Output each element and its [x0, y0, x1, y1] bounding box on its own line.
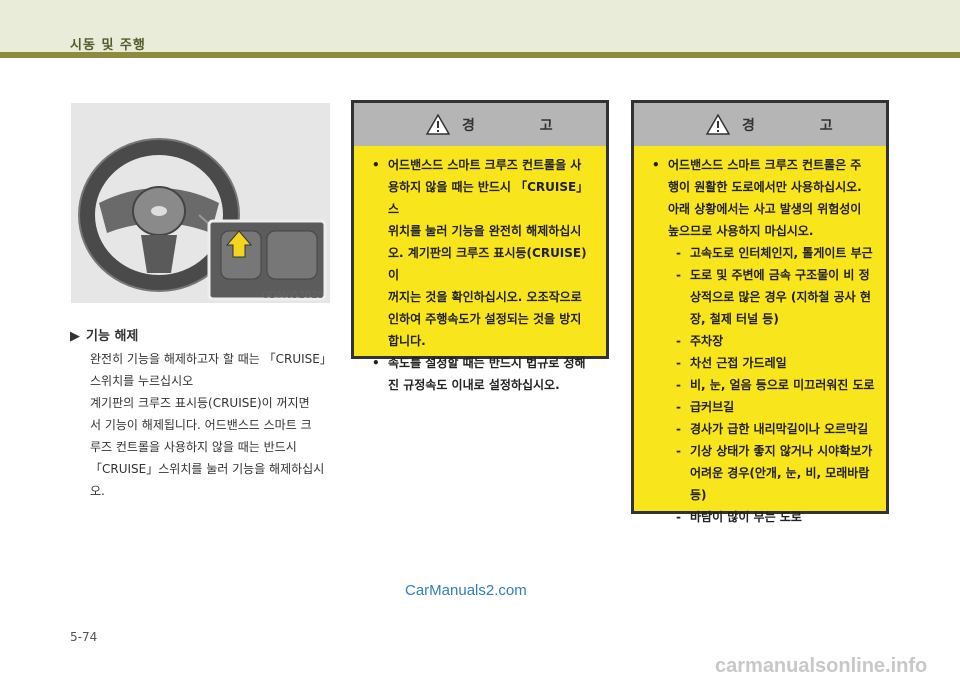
warning-bullet: • 어드밴스드 스마트 크루즈 컨트롤을 사 용하지 않을 때는 반드시 「CR… [366, 154, 596, 352]
warning-line: 장, 철제 터널 등) [690, 312, 779, 326]
warning-line: 합니다. [388, 334, 426, 348]
warning-line: 어드밴스드 스마트 크루즈 컨트롤을 사 [388, 158, 582, 172]
body-line: 완전히 기능을 해제하고자 할 때는 「CRUISE」 [90, 352, 332, 366]
warning-dash-item: - 비, 눈, 얼음 등으로 미끄러워진 도로 [646, 374, 876, 396]
warning-bullet: • 어드밴스드 스마트 크루즈 컨트롤은 주 행이 원활한 도로에서만 사용하십… [646, 154, 876, 242]
dash-mark: - [676, 510, 681, 524]
bullet-dot: • [372, 158, 380, 172]
steering-wheel-figure: ODM052025 [71, 103, 330, 303]
warning-line: 상적으로 많은 경우 (지하철 공사 현 [690, 290, 871, 304]
warning-body: • 어드밴스드 스마트 크루즈 컨트롤을 사 용하지 않을 때는 반드시 「CR… [354, 146, 606, 396]
warning-dash-item: - 바람이 많이 부는 도로 [646, 506, 876, 528]
warning-line: 어드밴스드 스마트 크루즈 컨트롤은 주 [668, 158, 862, 172]
warning-line: 어려운 경우(안개, 눈, 비, 모래바람 등) [690, 466, 870, 502]
body-line: 루즈 컨트롤을 사용하지 않을 때는 반드시 [90, 440, 297, 454]
warning-line: 바람이 많이 부는 도로 [690, 510, 802, 524]
section-heading-text: 기능 해제 [86, 329, 139, 344]
body-line: 스위치를 누르십시오 [90, 374, 194, 388]
watermark-footer: carmanualsonline.info [715, 655, 928, 677]
warning-bullet: • 속도를 설정할 때는 반드시 법규로 정해 진 규정속도 이내로 설정하십시… [366, 352, 596, 396]
play-triangle-icon: ▶ [70, 329, 80, 344]
warning-line: 기상 상태가 좋지 않거나 시야확보가 [690, 444, 873, 458]
warning-title: 경 고 [742, 118, 863, 134]
dash-mark: - [676, 334, 681, 348]
warning-line: 높으므로 사용하지 마십시오. [668, 224, 814, 238]
body-line: 「CRUISE」스위치를 눌러 기능을 해제하십시오. [90, 462, 325, 498]
steering-wheel-illustration [78, 138, 327, 301]
warning-body: • 어드밴스드 스마트 크루즈 컨트롤은 주 행이 원활한 도로에서만 사용하십… [634, 146, 886, 528]
warning-line: 위치를 눌러 기능을 완전히 해제하십시 [388, 224, 582, 238]
warning-box-2: 경 고 • 어드밴스드 스마트 크루즈 컨트롤은 주 행이 원활한 도로에서만 … [631, 100, 889, 524]
dash-mark: - [676, 378, 681, 392]
section-body: 완전히 기능을 해제하고자 할 때는 「CRUISE」 스위치를 누르십시오 계… [90, 348, 332, 502]
warning-line: 경사가 급한 내리막길이나 오르막길 [690, 422, 869, 436]
warning-line: 도로 및 주변에 금속 구조물이 비 정 [690, 268, 870, 282]
dash-mark: - [676, 422, 681, 436]
warning-triangle-icon [426, 114, 450, 135]
watermark-link[interactable]: CarManuals2.com [405, 582, 527, 599]
body-line: 서 기능이 해제됩니다. 어드밴스드 스마트 크 [90, 418, 312, 432]
bullet-dot: • [372, 356, 380, 370]
warning-dash-item: - 차선 근접 가드레일 [646, 352, 876, 374]
warning-dash-item: - 급커브길 [646, 396, 876, 418]
warning-dash-item: - 경사가 급한 내리막길이나 오르막길 [646, 418, 876, 440]
warning-title: 경 고 [462, 118, 583, 134]
warning-dash-item: - 주차장 [646, 330, 876, 352]
warning-line: 비, 눈, 얼음 등으로 미끄러워진 도로 [690, 378, 875, 392]
warning-box-1: 경 고 • 어드밴스드 스마트 크루즈 컨트롤을 사 용하지 않을 때는 반드시… [351, 100, 609, 392]
dash-mark: - [676, 268, 681, 282]
warning-line: 차선 근접 가드레일 [690, 356, 787, 370]
chapter-title: 시동 및 주행 [70, 38, 146, 53]
dash-mark: - [676, 400, 681, 414]
warning-line: 아래 상황에서는 사고 발생의 위험성이 [668, 202, 862, 216]
warning-dash-item: - 고속도로 인터체인지, 톨게이트 부근 [646, 242, 876, 264]
warning-line: 꺼지는 것을 확인하십시오. 오조작으로 [388, 290, 582, 304]
warning-line: 오. 계기판의 크루즈 표시등(CRUISE)이 [388, 246, 587, 282]
warning-line: 인하여 주행속도가 설정되는 것을 방지 [388, 312, 582, 326]
warning-dash-item: - 기상 상태가 좋지 않거나 시야확보가어려운 경우(안개, 눈, 비, 모래바… [646, 440, 876, 506]
dash-mark: - [676, 356, 681, 370]
header-divider [0, 52, 960, 58]
dash-mark: - [676, 246, 681, 260]
page-header: 시동 및 주행 [0, 0, 960, 58]
warning-header: 경 고 [354, 103, 606, 146]
figure-code: ODM052025 [261, 290, 324, 301]
warning-line: 용하지 않을 때는 반드시 「CRUISE」스 [388, 180, 589, 216]
section-heading: ▶ 기능 해제 [70, 325, 138, 344]
page-number: 5-74 [70, 630, 98, 644]
dash-mark: - [676, 444, 681, 458]
warning-dash-item: - 도로 및 주변에 금속 구조물이 비 정상적으로 많은 경우 (지하철 공사 … [646, 264, 876, 330]
warning-header: 경 고 [634, 103, 886, 146]
warning-line: 주차장 [690, 334, 724, 348]
bullet-dot: • [652, 158, 660, 172]
warning-line: 진 규정속도 이내로 설정하십시오. [388, 378, 560, 392]
warning-line: 고속도로 인터체인지, 톨게이트 부근 [690, 246, 873, 260]
warning-triangle-icon [706, 114, 730, 135]
body-line: 계기판의 크루즈 표시등(CRUISE)이 꺼지면 [90, 396, 310, 410]
warning-line: 행이 원활한 도로에서만 사용하십시오. [668, 180, 862, 194]
warning-line: 급커브길 [690, 400, 735, 414]
warning-line: 속도를 설정할 때는 반드시 법규로 정해 [388, 356, 586, 370]
